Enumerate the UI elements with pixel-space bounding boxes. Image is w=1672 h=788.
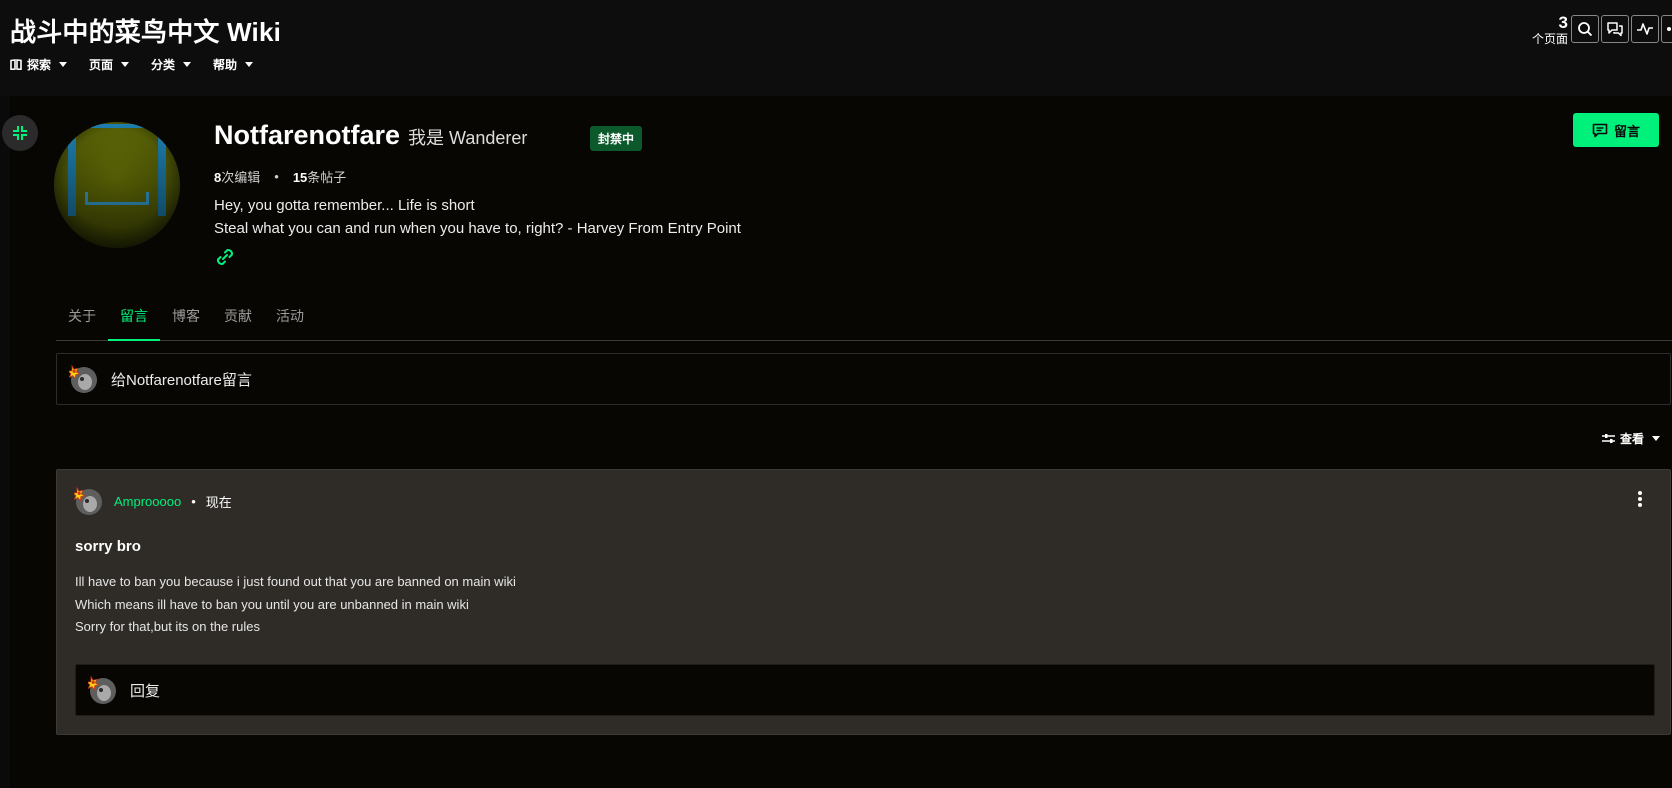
leave-message-button[interactable]: 留言: [1573, 113, 1659, 147]
author-avatar[interactable]: [72, 486, 104, 516]
reply-box[interactable]: 回复: [75, 664, 1655, 716]
nav-help[interactable]: 帮助: [213, 56, 254, 73]
filter-icon: [1602, 434, 1615, 443]
profile-stats: 8次编辑 • 15条帖子: [214, 167, 346, 186]
chevron-down-icon: [183, 62, 192, 67]
message-author[interactable]: Amprooooo: [114, 494, 181, 509]
chevron-down-icon: [1652, 436, 1661, 441]
discussions-button[interactable]: [1601, 15, 1629, 43]
tab-activity[interactable]: 活动: [264, 301, 316, 341]
separator-dot: •: [191, 493, 196, 509]
message-body: Ill have to ban you because i just found…: [75, 571, 516, 639]
page-count[interactable]: 3 个页面: [1518, 14, 1568, 45]
message-thread: Amprooooo • 现在 sorry bro Ill have to ban…: [56, 469, 1671, 735]
discussions-icon: [1607, 22, 1623, 37]
nav-explore[interactable]: 探索: [10, 56, 68, 73]
edits-stat[interactable]: 8次编辑: [214, 167, 260, 186]
message-line: Sorry for that,but its on the rules: [75, 619, 260, 634]
chevron-down-icon: [121, 62, 130, 67]
nav-help-label: 帮助: [213, 58, 238, 72]
bio-line: Steal what you can and run when you have…: [214, 220, 741, 237]
posts-stat[interactable]: 15条帖子: [293, 167, 346, 186]
message-line: Ill have to ban you because i just found…: [75, 574, 516, 589]
message-options-button[interactable]: [1637, 490, 1643, 513]
nav-pages-label: 页面: [89, 58, 114, 72]
page-count-number: 3: [1558, 13, 1568, 32]
message-timestamp[interactable]: 现在: [206, 492, 232, 511]
link-icon[interactable]: [214, 246, 236, 273]
bio-line: Hey, you gotta remember... Life is short: [214, 197, 475, 214]
collapse-button[interactable]: [2, 115, 38, 151]
nav-categories[interactable]: 分类: [151, 56, 192, 73]
global-header: 战斗中的菜鸟中文 Wiki 探索 页面 分类 帮助 3 个页面: [0, 0, 1672, 96]
view-options-button[interactable]: 查看: [1602, 430, 1661, 447]
profile-bio: Hey, you gotta remember... Life is short…: [214, 194, 741, 240]
stat-separator: •: [274, 169, 279, 184]
kebab-menu-icon: [1638, 491, 1642, 507]
reply-placeholder: 回复: [130, 682, 161, 700]
message-line: Which means ill have to ban you until yo…: [75, 596, 469, 612]
profile-tabs: 关于 留言 博客 贡献 活动: [56, 301, 1672, 341]
nav-explore-label: 探索: [27, 58, 52, 72]
activity-icon: [1637, 23, 1653, 35]
tab-about[interactable]: 关于: [56, 301, 108, 341]
message-header: Amprooooo • 现在: [72, 486, 232, 516]
comment-icon: [1592, 123, 1608, 137]
page-count-label: 个页面: [1531, 32, 1568, 46]
message-title: sorry bro: [75, 538, 141, 555]
current-user-avatar: [86, 675, 118, 705]
compose-message-box[interactable]: 给Notfarenotfare留言: [56, 353, 1671, 405]
explore-icon: [10, 59, 22, 70]
tab-blog[interactable]: 博客: [160, 301, 212, 341]
user-tagline: 我是 Wanderer: [408, 128, 528, 148]
chevron-down-icon: [245, 62, 254, 67]
username: Notfarenotfare: [214, 120, 401, 150]
wiki-nav: 探索 页面 分类 帮助: [10, 56, 254, 73]
current-user-avatar: [67, 364, 99, 394]
view-label: 查看: [1620, 432, 1645, 446]
nav-categories-label: 分类: [151, 58, 176, 72]
tab-contributions[interactable]: 贡献: [212, 301, 264, 341]
profile-username: Notfarenotfare 我是 Wanderer: [214, 120, 527, 151]
wiki-title[interactable]: 战斗中的菜鸟中文 Wiki: [10, 12, 281, 49]
chevron-down-icon: [59, 62, 68, 67]
search-icon: [1578, 22, 1593, 37]
leave-message-label: 留言: [1613, 123, 1640, 139]
compose-placeholder: 给Notfarenotfare留言: [111, 371, 252, 389]
profile-avatar: [54, 122, 180, 248]
status-badge: 封禁中: [590, 126, 643, 151]
tab-message-wall[interactable]: 留言: [108, 301, 160, 341]
more-button[interactable]: [1661, 15, 1672, 43]
search-button[interactable]: [1571, 15, 1599, 43]
activity-button[interactable]: [1631, 15, 1659, 43]
nav-pages[interactable]: 页面: [89, 56, 130, 73]
more-icon: [1667, 27, 1671, 31]
collapse-icon: [13, 126, 27, 140]
profile-page: Notfarenotfare 我是 Wanderer 封禁中 8次编辑 • 15…: [2, 96, 1672, 788]
